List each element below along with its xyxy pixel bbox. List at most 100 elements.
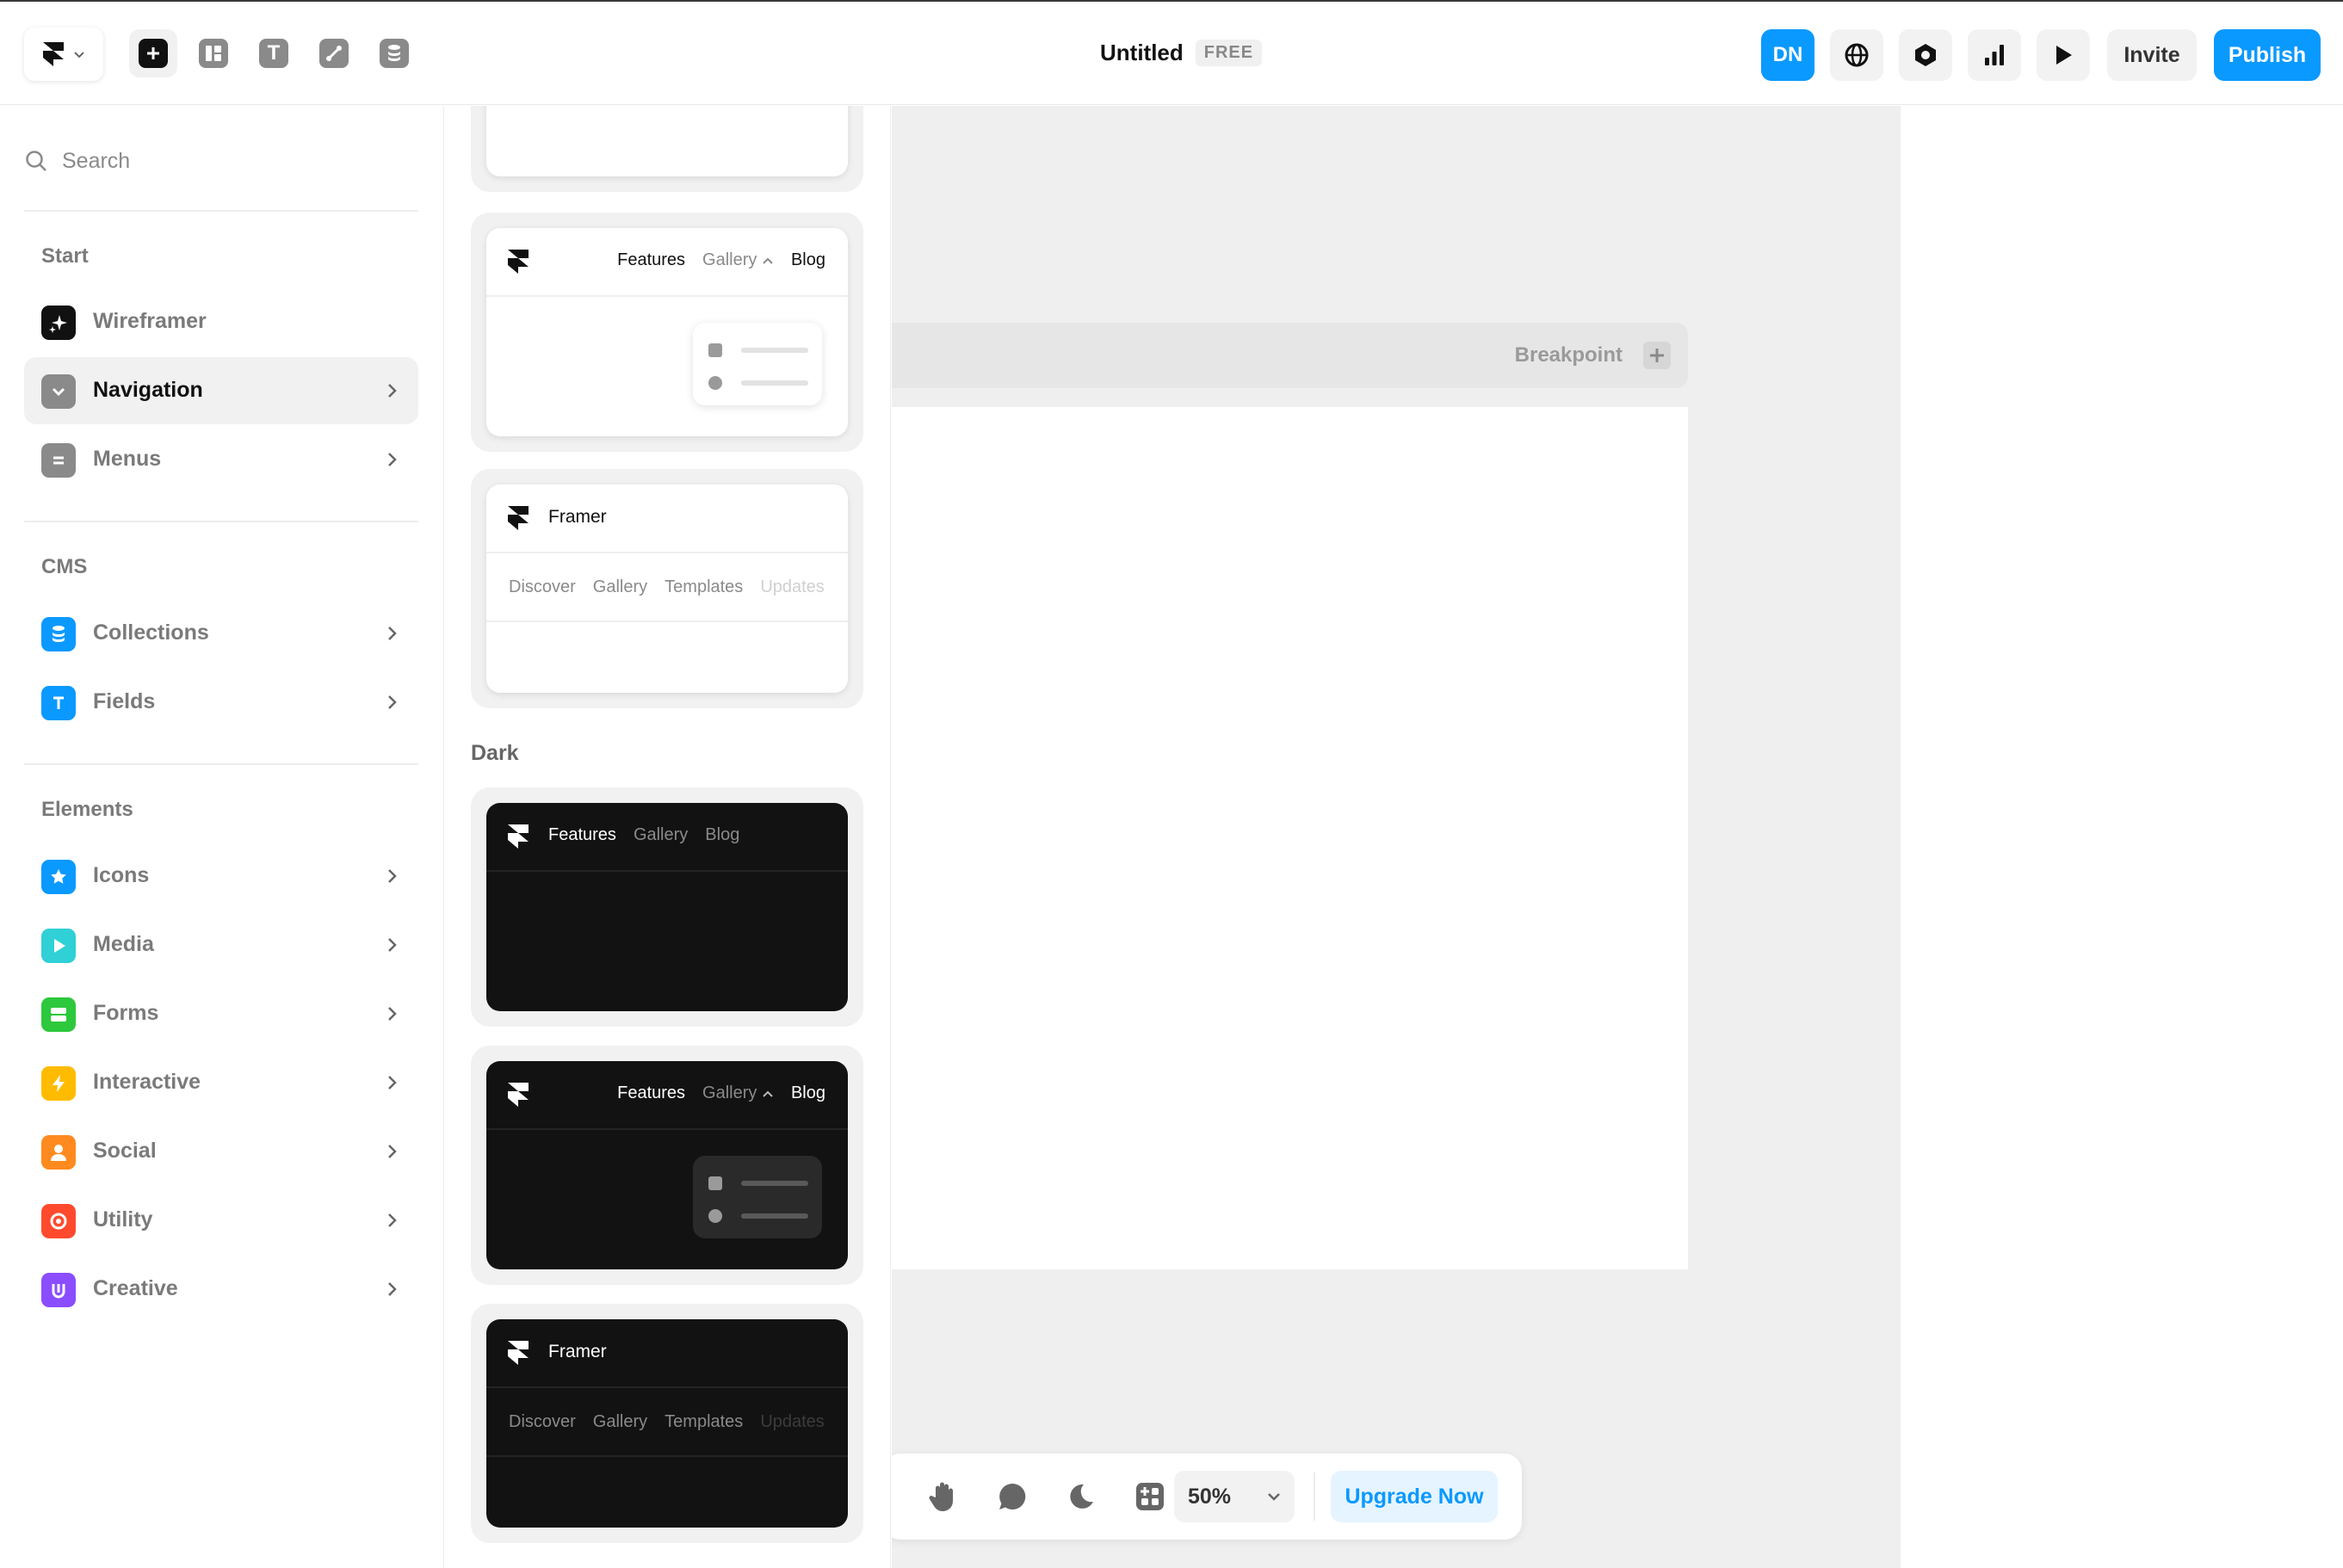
- preview-links: Features Gallery Blog: [617, 1083, 825, 1103]
- preview-link: Updates: [760, 577, 825, 596]
- preview-navbar: Framer: [486, 1319, 848, 1388]
- cms-tool-button[interactable]: [370, 29, 418, 77]
- divider: [24, 763, 418, 765]
- page-frame[interactable]: [892, 407, 1688, 1269]
- preview-link: Blog: [790, 1083, 825, 1102]
- navigation-templates-panel: Features Gallery Blog Framer Discover Ga…: [445, 106, 891, 1568]
- preview-links: Features Gallery Blog: [617, 250, 825, 270]
- divider: [24, 521, 418, 522]
- preview-link: Discover: [509, 577, 576, 596]
- preview-links: Features Gallery Blog: [548, 825, 739, 845]
- section-title-dark: Dark: [471, 741, 519, 765]
- template-preview: Framer Discover Gallery Templates Update…: [486, 485, 848, 693]
- person-icon: [41, 1135, 76, 1170]
- zoom-value: 50%: [1188, 1485, 1232, 1509]
- sidebar-item-label: Fields: [93, 689, 156, 713]
- preview-link: Features: [548, 825, 616, 844]
- text-tool-button[interactable]: T: [250, 29, 298, 77]
- user-avatar[interactable]: DN: [1761, 29, 1814, 81]
- insert-button[interactable]: [129, 29, 177, 77]
- template-card-dark-simple[interactable]: Features Gallery Blog: [471, 787, 863, 1027]
- menu-lines-icon: [41, 443, 76, 478]
- search-bar[interactable]: Search: [24, 144, 130, 178]
- plan-badge: FREE: [1195, 40, 1263, 66]
- sidebar-item-label: Utility: [93, 1207, 153, 1232]
- plugins-button[interactable]: [1899, 29, 1952, 81]
- theme-toggle-button[interactable]: [1064, 1479, 1098, 1514]
- preview-button[interactable]: [2037, 29, 2090, 81]
- sidebar-item-interactive[interactable]: Interactive: [24, 1049, 418, 1116]
- chevron-right-icon: [388, 453, 397, 466]
- components-button[interactable]: [1133, 1479, 1167, 1514]
- comment-icon: [999, 1483, 1026, 1509]
- sidebar-item-label: Wireframer: [93, 309, 207, 333]
- sidebar-item-utility[interactable]: Utility: [24, 1187, 418, 1254]
- template-preview: Framer Discover Gallery Templates Update…: [486, 1319, 848, 1528]
- preview-link: Features: [617, 1083, 686, 1102]
- hand-tool-button[interactable]: [926, 1479, 961, 1514]
- target-icon: [41, 1204, 76, 1238]
- chevron-down-icon: [1268, 1493, 1280, 1501]
- preview-navbar: Features Gallery Blog: [486, 228, 848, 297]
- template-card-dark-dropdown[interactable]: Features Gallery Blog: [471, 1046, 863, 1285]
- chevron-up-icon: [763, 1090, 773, 1097]
- sidebar-item-icons[interactable]: Icons: [24, 843, 418, 910]
- framer-menu-button[interactable]: [24, 28, 103, 81]
- invite-button[interactable]: Invite: [2107, 29, 2197, 81]
- insert-icon: [139, 39, 168, 68]
- template-card-dark-two-row[interactable]: Framer Discover Gallery Templates Update…: [471, 1304, 863, 1543]
- analytics-button[interactable]: [1968, 29, 2021, 81]
- search-input[interactable]: Search: [62, 149, 130, 174]
- moon-icon: [1070, 1484, 1093, 1509]
- layout-button[interactable]: [189, 29, 238, 77]
- preview-navbar: Features Gallery Blog: [486, 1061, 848, 1130]
- sidebar-item-label: Creative: [93, 1276, 178, 1300]
- breakpoint-label[interactable]: Breakpoint: [1515, 343, 1623, 367]
- publish-button[interactable]: Publish: [2214, 29, 2321, 81]
- sidebar-item-wireframer[interactable]: Wireframer: [24, 288, 418, 355]
- divider: [24, 210, 418, 212]
- preview-brand: Framer: [548, 507, 607, 527]
- properties-panel: [1900, 106, 2343, 1568]
- template-preview: Features Gallery Blog: [486, 228, 848, 436]
- chevron-right-icon: [388, 938, 397, 952]
- sidebar-item-social[interactable]: Social: [24, 1118, 418, 1185]
- sidebar-item-fields[interactable]: Fields: [24, 669, 418, 736]
- analytics-icon: [1985, 45, 2004, 65]
- chevron-right-icon: [388, 384, 397, 398]
- framer-logo-icon: [508, 824, 529, 849]
- sidebar-item-navigation[interactable]: Navigation: [24, 357, 418, 424]
- zoom-select[interactable]: 50%: [1174, 1471, 1295, 1522]
- sidebar-item-collections[interactable]: Collections: [24, 600, 418, 667]
- sidebar-item-media[interactable]: Media: [24, 911, 418, 978]
- template-card-light-partial[interactable]: [471, 106, 863, 192]
- template-preview: Features Gallery Blog: [486, 1061, 848, 1269]
- chevron-right-icon: [388, 869, 397, 883]
- template-card-light-two-row[interactable]: Framer Discover Gallery Templates Update…: [471, 469, 863, 708]
- document-title-area[interactable]: Untitled FREE: [1100, 40, 1263, 66]
- preview-link: Gallery: [633, 825, 689, 844]
- upgrade-now-button[interactable]: Upgrade Now: [1331, 1471, 1498, 1522]
- sidebar-item-creative[interactable]: Creative: [24, 1256, 418, 1323]
- sidebar-item-label: Interactive: [93, 1070, 201, 1094]
- document-title[interactable]: Untitled: [1100, 40, 1184, 66]
- preview-link: Gallery: [702, 250, 774, 270]
- framer-logo-icon: [508, 506, 529, 530]
- sidebar-item-menus[interactable]: Menus: [24, 426, 418, 493]
- hand-icon: [929, 1482, 953, 1511]
- chevron-right-icon: [388, 1007, 397, 1021]
- vector-tool-button[interactable]: [310, 29, 358, 77]
- comment-button[interactable]: [995, 1479, 1029, 1514]
- creative-u-icon: [41, 1273, 76, 1307]
- template-preview: Features Gallery Blog: [486, 803, 848, 1011]
- database-icon: [41, 617, 76, 651]
- template-card-light-dropdown[interactable]: Features Gallery Blog: [471, 213, 863, 452]
- site-settings-button[interactable]: [1830, 29, 1883, 81]
- sidebar-item-label: Forms: [93, 1001, 159, 1025]
- add-breakpoint-button[interactable]: [1643, 342, 1671, 369]
- sidebar-item-forms[interactable]: Forms: [24, 980, 418, 1047]
- chevron-down-icon: [74, 52, 84, 59]
- section-title-start: Start: [41, 244, 89, 268]
- design-canvas[interactable]: Breakpoint 50% Upgrade Now: [892, 106, 1900, 1568]
- preview-dropdown: [693, 323, 822, 405]
